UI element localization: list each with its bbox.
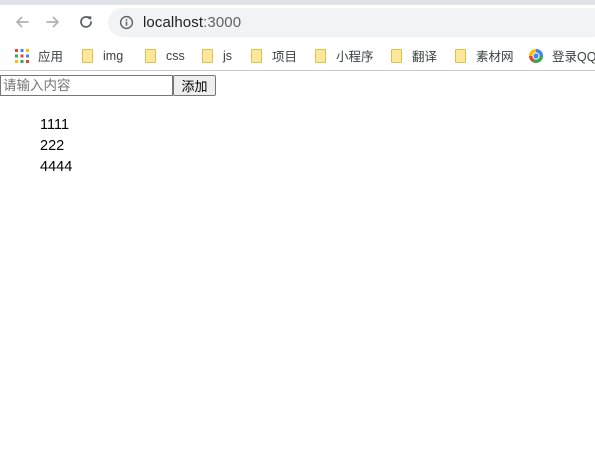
list-item: 222	[40, 138, 65, 154]
info-icon[interactable]	[118, 15, 134, 31]
add-button[interactable]: 添加	[173, 75, 216, 96]
folder-icon	[388, 48, 404, 64]
bookmark-label: 小程序	[336, 50, 374, 64]
bookmarks-bar: 应用 img css js 项目 小程序 翻译 素材网 登录QQ	[0, 40, 595, 71]
arrow-right-icon	[46, 16, 59, 28]
qq-icon	[528, 48, 544, 64]
bookmark-apps[interactable]: 应用	[14, 40, 63, 71]
back-button[interactable]	[9, 9, 35, 35]
forward-button[interactable]	[40, 9, 66, 35]
address-bar[interactable]: localhost:3000	[108, 8, 595, 37]
bookmark-css[interactable]: css	[142, 40, 185, 71]
arrow-left-icon	[16, 16, 29, 28]
bookmark-project[interactable]: 项目	[248, 40, 297, 71]
folder-icon	[452, 48, 468, 64]
folder-icon	[142, 48, 158, 64]
browser-toolbar: localhost:3000	[0, 5, 595, 40]
bookmark-label: 项目	[272, 50, 298, 64]
bookmark-translate[interactable]: 翻译	[388, 40, 437, 71]
folder-icon	[312, 48, 328, 64]
reload-button[interactable]	[73, 9, 99, 35]
apps-grid-icon	[14, 48, 30, 64]
reload-icon	[80, 16, 92, 28]
folder-icon	[199, 48, 215, 64]
todo-list: 1111 222 4444	[40, 115, 72, 178]
url-host: localhost	[143, 14, 204, 31]
bookmark-label: img	[103, 48, 124, 63]
list-item: 1111	[40, 117, 70, 133]
bookmark-img[interactable]: img	[79, 40, 123, 71]
folder-icon	[79, 48, 95, 64]
bookmark-label: 素材网	[476, 50, 514, 64]
url-port: :3000	[203, 14, 242, 31]
todo-input[interactable]	[0, 75, 173, 96]
bookmark-label: js	[223, 48, 233, 63]
list-item: 4444	[40, 159, 73, 175]
bookmark-assets[interactable]: 素材网	[452, 40, 514, 71]
bookmark-label: 翻译	[412, 50, 438, 64]
bookmark-label: 登录QQ	[552, 50, 595, 64]
bookmark-label: css	[166, 48, 185, 63]
bookmark-js[interactable]: js	[199, 40, 232, 71]
bookmark-label: 应用	[38, 50, 64, 64]
bookmark-miniprogram[interactable]: 小程序	[312, 40, 374, 71]
folder-icon	[248, 48, 264, 64]
url-text: localhost:3000	[143, 14, 241, 31]
bookmark-qq[interactable]: 登录QQ	[528, 40, 595, 71]
